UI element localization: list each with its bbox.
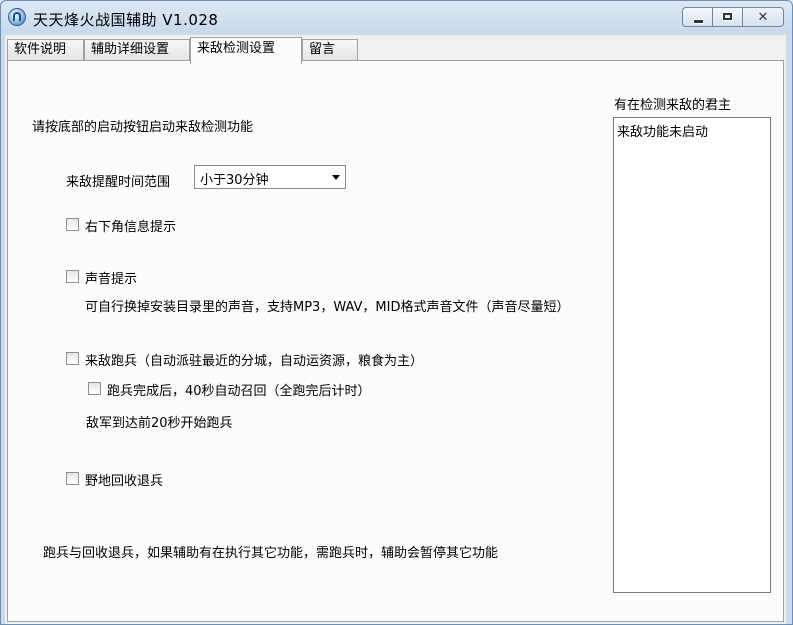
minimize-icon: [693, 19, 704, 24]
time-range-label: 来敌提醒时间范围: [66, 175, 171, 190]
evade-checkbox[interactable]: [66, 352, 79, 365]
footer-note: 跑兵与回收退兵，如果辅助有在执行其它功能，需跑兵时，辅助会暂停其它功能: [43, 546, 499, 561]
close-button[interactable]: ✕: [742, 7, 784, 27]
time-range-select[interactable]: 小于30分钟: [194, 165, 346, 189]
intro-text: 请按底部的启动按钮启动来敌检测功能: [32, 120, 254, 135]
maximize-icon: [722, 12, 733, 21]
tab-detailed-settings[interactable]: 辅助详细设置: [84, 39, 190, 61]
evade-label[interactable]: 来敌跑兵（自动派驻最近的分城，自动运资源，粮食为主）: [85, 350, 423, 369]
evade-timing-text: 敌军到达前20秒开始跑兵: [86, 416, 233, 431]
window-controls: ✕: [682, 7, 784, 27]
minimize-button[interactable]: [682, 7, 712, 27]
tab-software-info[interactable]: 软件说明: [7, 39, 84, 61]
chevron-down-icon: [332, 175, 340, 180]
sound-notice-label[interactable]: 声音提示: [85, 268, 137, 287]
maximize-button[interactable]: [712, 7, 742, 27]
list-item[interactable]: 来敌功能未启动: [617, 121, 708, 140]
recycle-label[interactable]: 野地回收退兵: [85, 470, 163, 489]
evade-recall-checkbox[interactable]: [88, 382, 101, 395]
commander-list[interactable]: 来敌功能未启动: [613, 117, 771, 593]
enemy-detection-panel: 请按底部的启动按钮启动来敌检测功能 来敌提醒时间范围 小于30分钟 右下角信息提…: [7, 60, 784, 622]
sound-notice-checkbox[interactable]: [66, 270, 79, 283]
corner-notice-label[interactable]: 右下角信息提示: [85, 216, 176, 235]
sound-hint-text: 可自行换掉安装目录里的声音，支持MP3，WAV，MID格式声音文件（声音尽量短）: [85, 300, 570, 315]
tab-message[interactable]: 留言: [302, 39, 358, 61]
client-area: 软件说明 辅助详细设置 来敌检测设置 留言 请按底部的启动按钮启动来敌检测功能 …: [5, 35, 786, 624]
window-title: 天天烽火战国辅助 V1.028: [33, 11, 219, 29]
app-icon: [8, 8, 26, 26]
corner-notice-checkbox[interactable]: [66, 218, 79, 231]
close-icon: ✕: [757, 10, 769, 25]
evade-recall-label[interactable]: 跑兵完成后，40秒自动召回（全跑完后计时）: [107, 380, 371, 399]
recycle-checkbox[interactable]: [66, 472, 79, 485]
title-bar[interactable]: 天天烽火战国辅助 V1.028 ✕: [1, 1, 792, 35]
side-title: 有在检测来敌的君主: [614, 98, 732, 113]
time-range-value: 小于30分钟: [200, 173, 269, 188]
tab-enemy-detection[interactable]: 来敌检测设置: [190, 37, 302, 64]
app-window: 天天烽火战国辅助 V1.028 ✕ 软件说明 辅助详细设置 来敌检测设置 留言 …: [0, 0, 793, 625]
